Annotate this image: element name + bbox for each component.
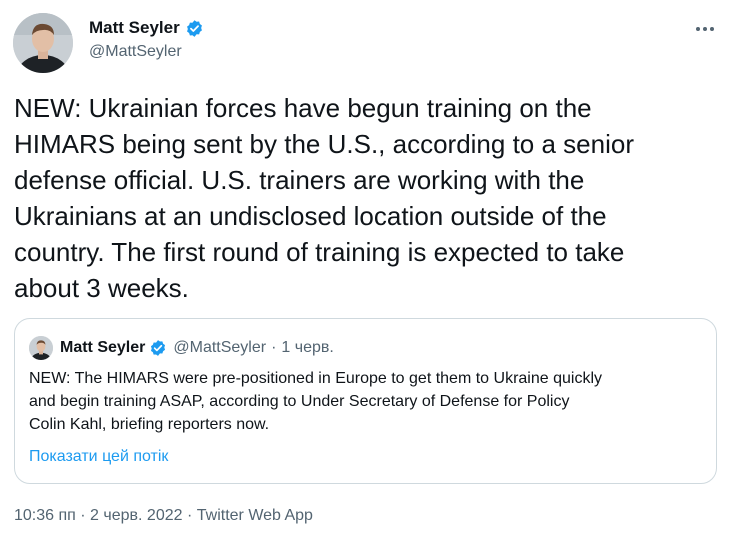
separator: · [80,507,86,524]
avatar[interactable] [13,13,73,73]
tweet-source[interactable]: Twitter Web App [197,507,313,524]
quoted-tweet-text: NEW: The HIMARS were pre-positioned in E… [29,370,602,433]
dot [710,27,714,31]
quoted-tweet-header: Matt Seyler @MattSeyler · 1 черв. [29,336,334,360]
separator: · [271,339,277,356]
separator: · [186,507,193,524]
tweet-time[interactable]: 10:36 пп [14,507,76,524]
quoted-author-name: Matt Seyler [60,339,146,356]
show-thread-link[interactable]: Показати цей потік [29,448,168,466]
verified-badge-icon [185,19,204,38]
quoted-avatar [29,336,53,360]
tweet-date[interactable]: 2 черв. 2022 [90,507,182,524]
author-block: Matt Seyler @MattSeyler [89,17,204,61]
dot [696,27,700,31]
quoted-tweet[interactable]: Matt Seyler @MattSeyler · 1 черв. NEW: T… [14,318,717,484]
tweet-text: NEW: Ukrainian forces have begun trainin… [14,93,634,303]
verified-badge-icon [149,339,167,357]
dot [703,27,707,31]
more-options-icon[interactable] [690,20,720,38]
tweet-metadata: 10:36 пп · 2 черв. 2022 · Twitter Web Ap… [14,507,313,525]
quoted-author-handle: @MattSeyler [173,339,267,356]
quoted-date[interactable]: 1 черв. [281,339,333,357]
author-handle[interactable]: @MattSeyler [89,43,204,61]
author-name[interactable]: Matt Seyler [89,18,180,38]
tweet-card: Matt Seyler @MattSeyler NEW: Ukrainian f… [0,0,733,537]
